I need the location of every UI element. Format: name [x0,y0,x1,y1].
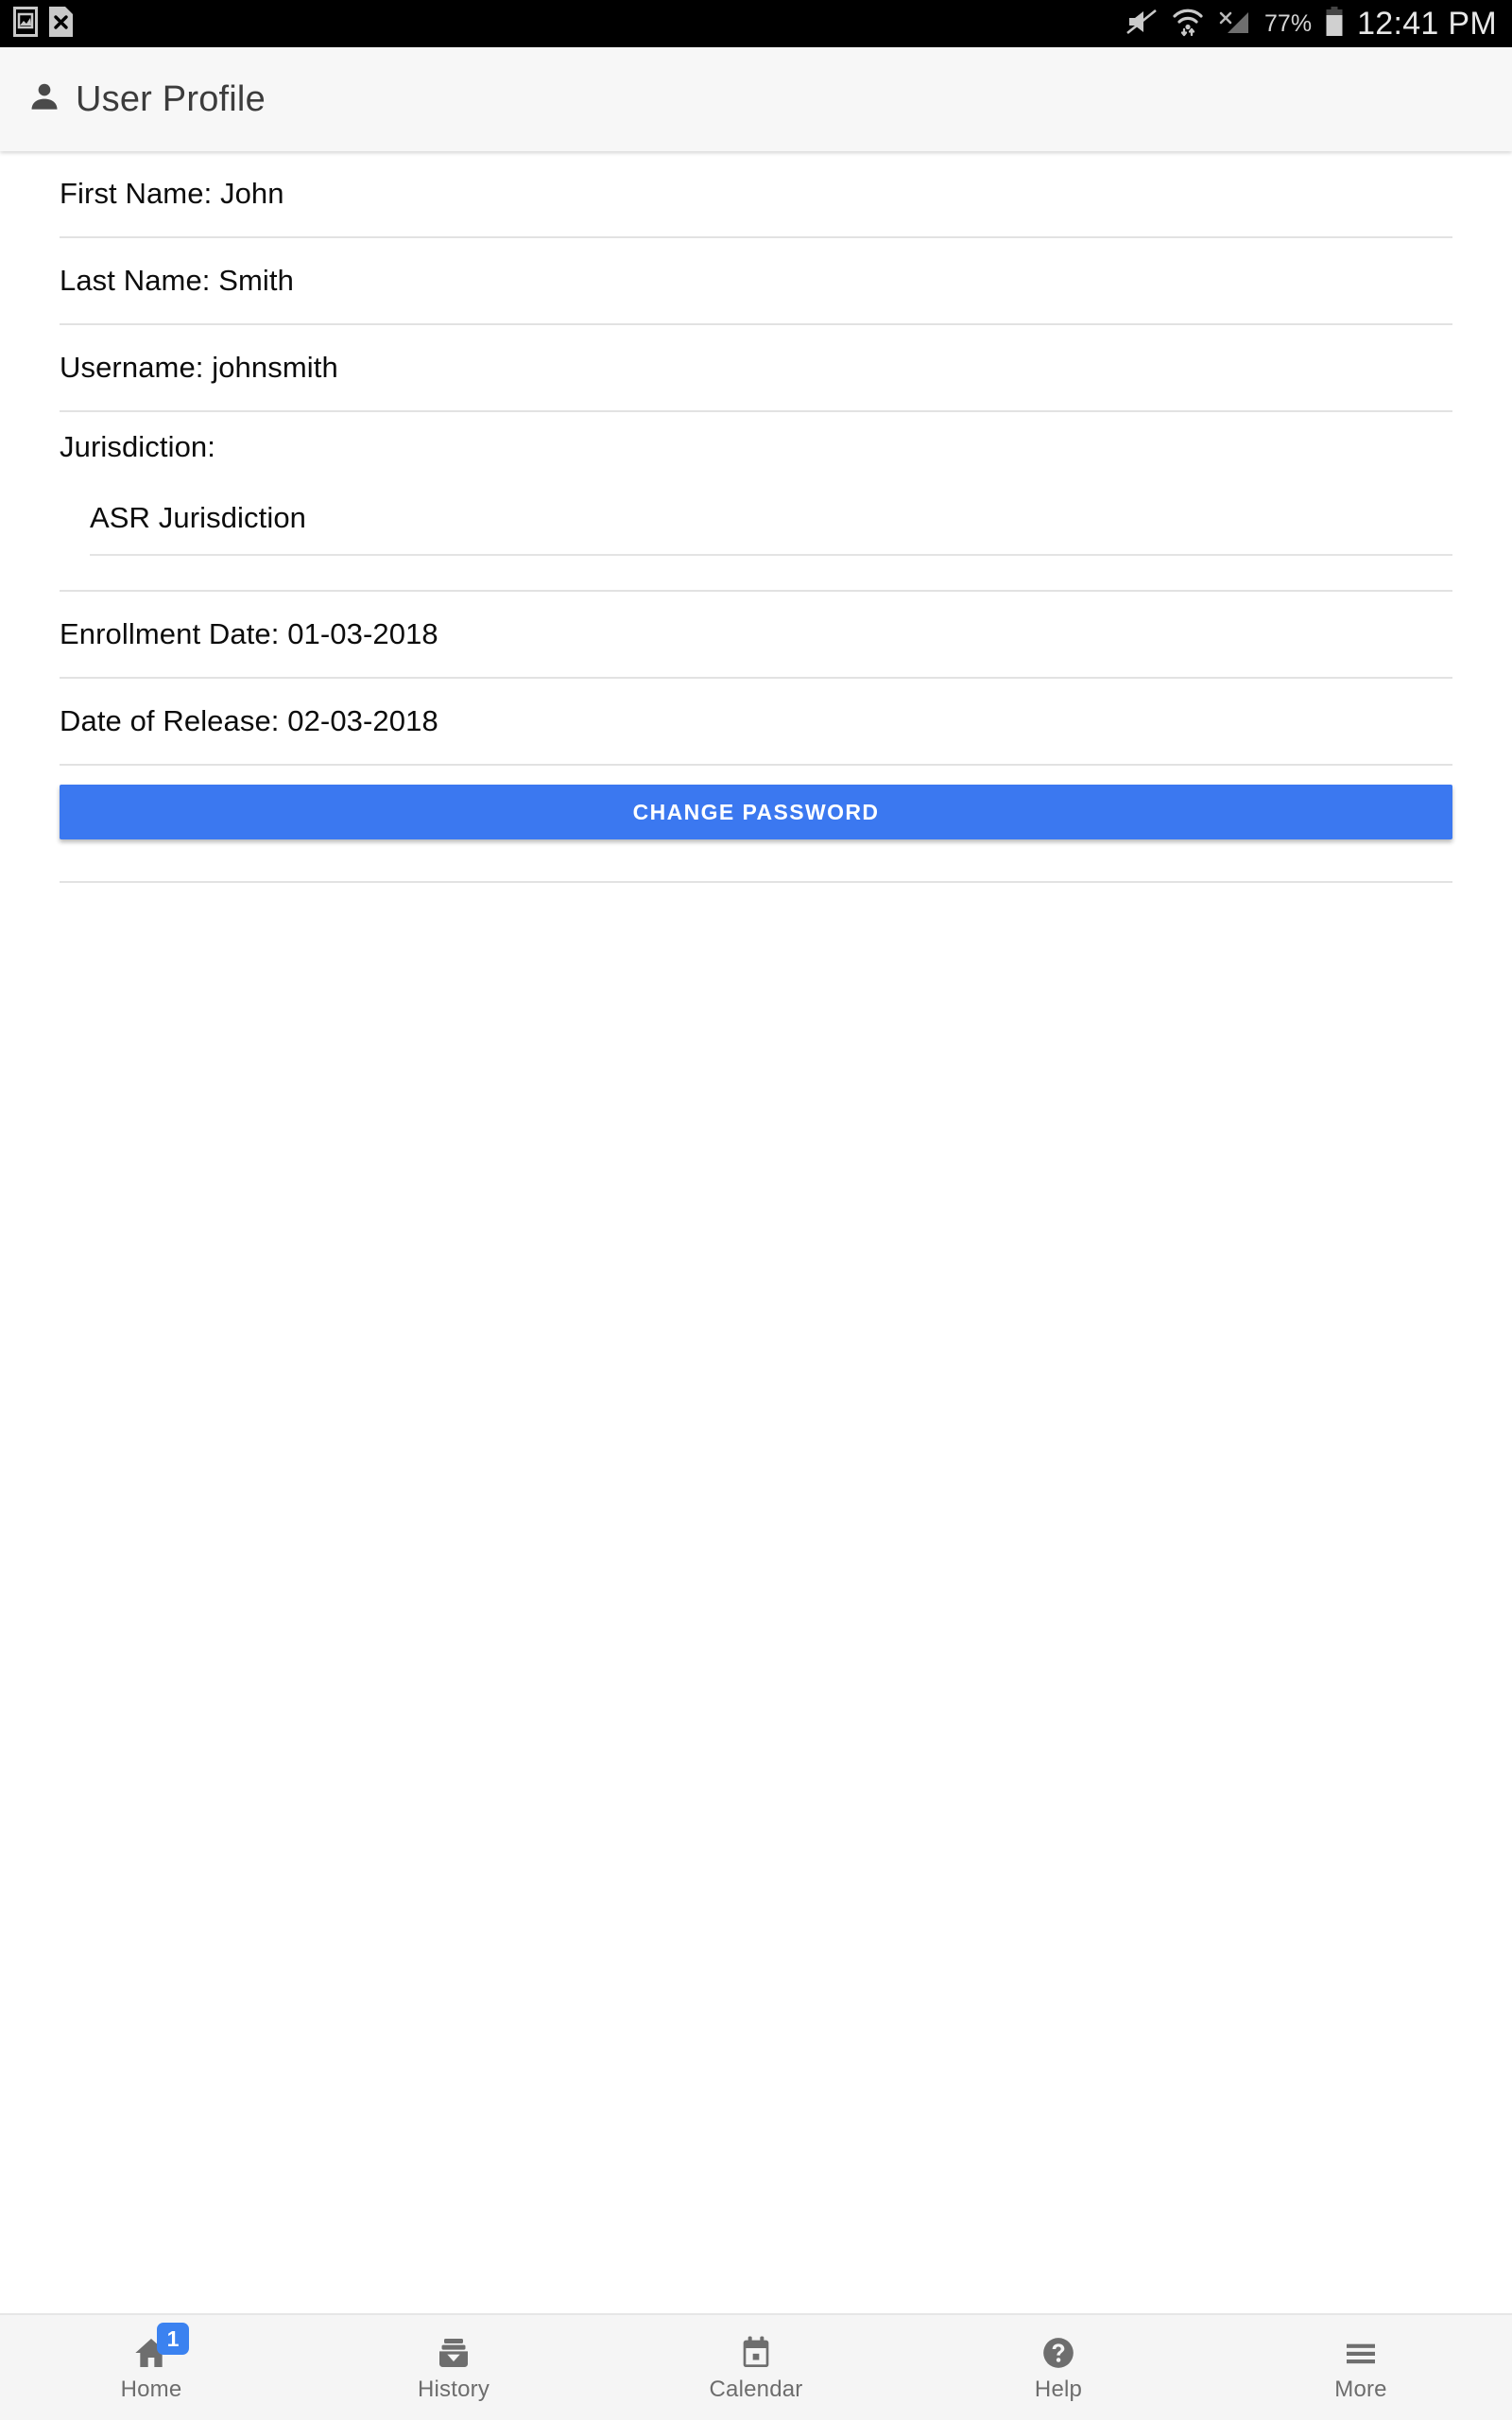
nav-item-help[interactable]: Help [907,2315,1210,2420]
nav-label-calendar: Calendar [709,2377,803,2402]
jurisdiction-label: Jurisdiction: [60,429,215,463]
cellular-no-signal-icon [1217,7,1251,42]
change-password-button[interactable]: CHANGE PASSWORD [60,785,1452,839]
nav-item-home[interactable]: 1 Home [0,2315,302,2420]
page-title: User Profile [76,79,266,119]
username-value: Username: johnsmith [60,350,338,384]
archive-icon [435,2334,472,2372]
home-badge: 1 [157,2323,189,2355]
screenshot-image-icon [13,6,38,42]
nav-item-calendar[interactable]: Calendar [605,2315,907,2420]
jurisdiction-group-divider [60,556,1452,592]
wifi-transfer-icon [1172,7,1204,42]
enrollment-date-value: Enrollment Date: 01-03-2018 [60,616,438,650]
profile-row-date-of-release: Date of Release: 02-03-2018 [60,679,1452,766]
battery-percent-label: 77% [1264,9,1313,37]
home-icon: 1 [132,2323,189,2372]
status-bar-indicators: 77% 12:41 PM [1126,6,1512,42]
menu-hamburger-icon [1342,2334,1380,2372]
app-header-bar: User Profile [0,47,1512,151]
nav-item-more[interactable]: More [1210,2315,1512,2420]
profile-row-first-name: First Name: John [60,151,1452,238]
last-name-value: Last Name: Smith [60,263,294,297]
status-bar: 77% 12:41 PM [0,0,1512,47]
volume-muted-icon [1126,8,1159,41]
profile-row-enrollment-date: Enrollment Date: 01-03-2018 [60,592,1452,679]
nav-label-home: Home [120,2377,182,2402]
document-error-icon [49,6,73,42]
calendar-icon [737,2334,775,2372]
date-of-release-value: Date of Release: 02-03-2018 [60,703,438,737]
profile-row-jurisdiction: Jurisdiction: ASR Jurisdiction [0,412,1512,592]
help-circle-icon [1040,2334,1077,2372]
jurisdiction-value-row: ASR Jurisdiction [90,482,1452,556]
nav-label-help: Help [1034,2377,1083,2402]
first-name-value: First Name: John [60,176,284,210]
nav-item-history[interactable]: History [302,2315,605,2420]
battery-icon [1325,6,1344,42]
status-bar-notifications [0,6,73,42]
nav-label-more: More [1334,2377,1387,2402]
profile-row-username: Username: johnsmith [60,325,1452,412]
jurisdiction-label-row: Jurisdiction: [60,412,1452,482]
change-password-button-container: CHANGE PASSWORD [0,766,1512,839]
jurisdiction-value: ASR Jurisdiction [90,500,307,534]
person-icon [26,79,62,120]
bottom-navigation-bar: 1 Home History Calendar Help More [0,2313,1512,2420]
status-bar-clock: 12:41 PM [1357,6,1497,42]
nav-label-history: History [417,2377,490,2402]
profile-content: First Name: John Last Name: Smith Userna… [0,151,1512,2313]
profile-row-last-name: Last Name: Smith [60,238,1452,325]
bottom-section-divider [60,881,1452,883]
